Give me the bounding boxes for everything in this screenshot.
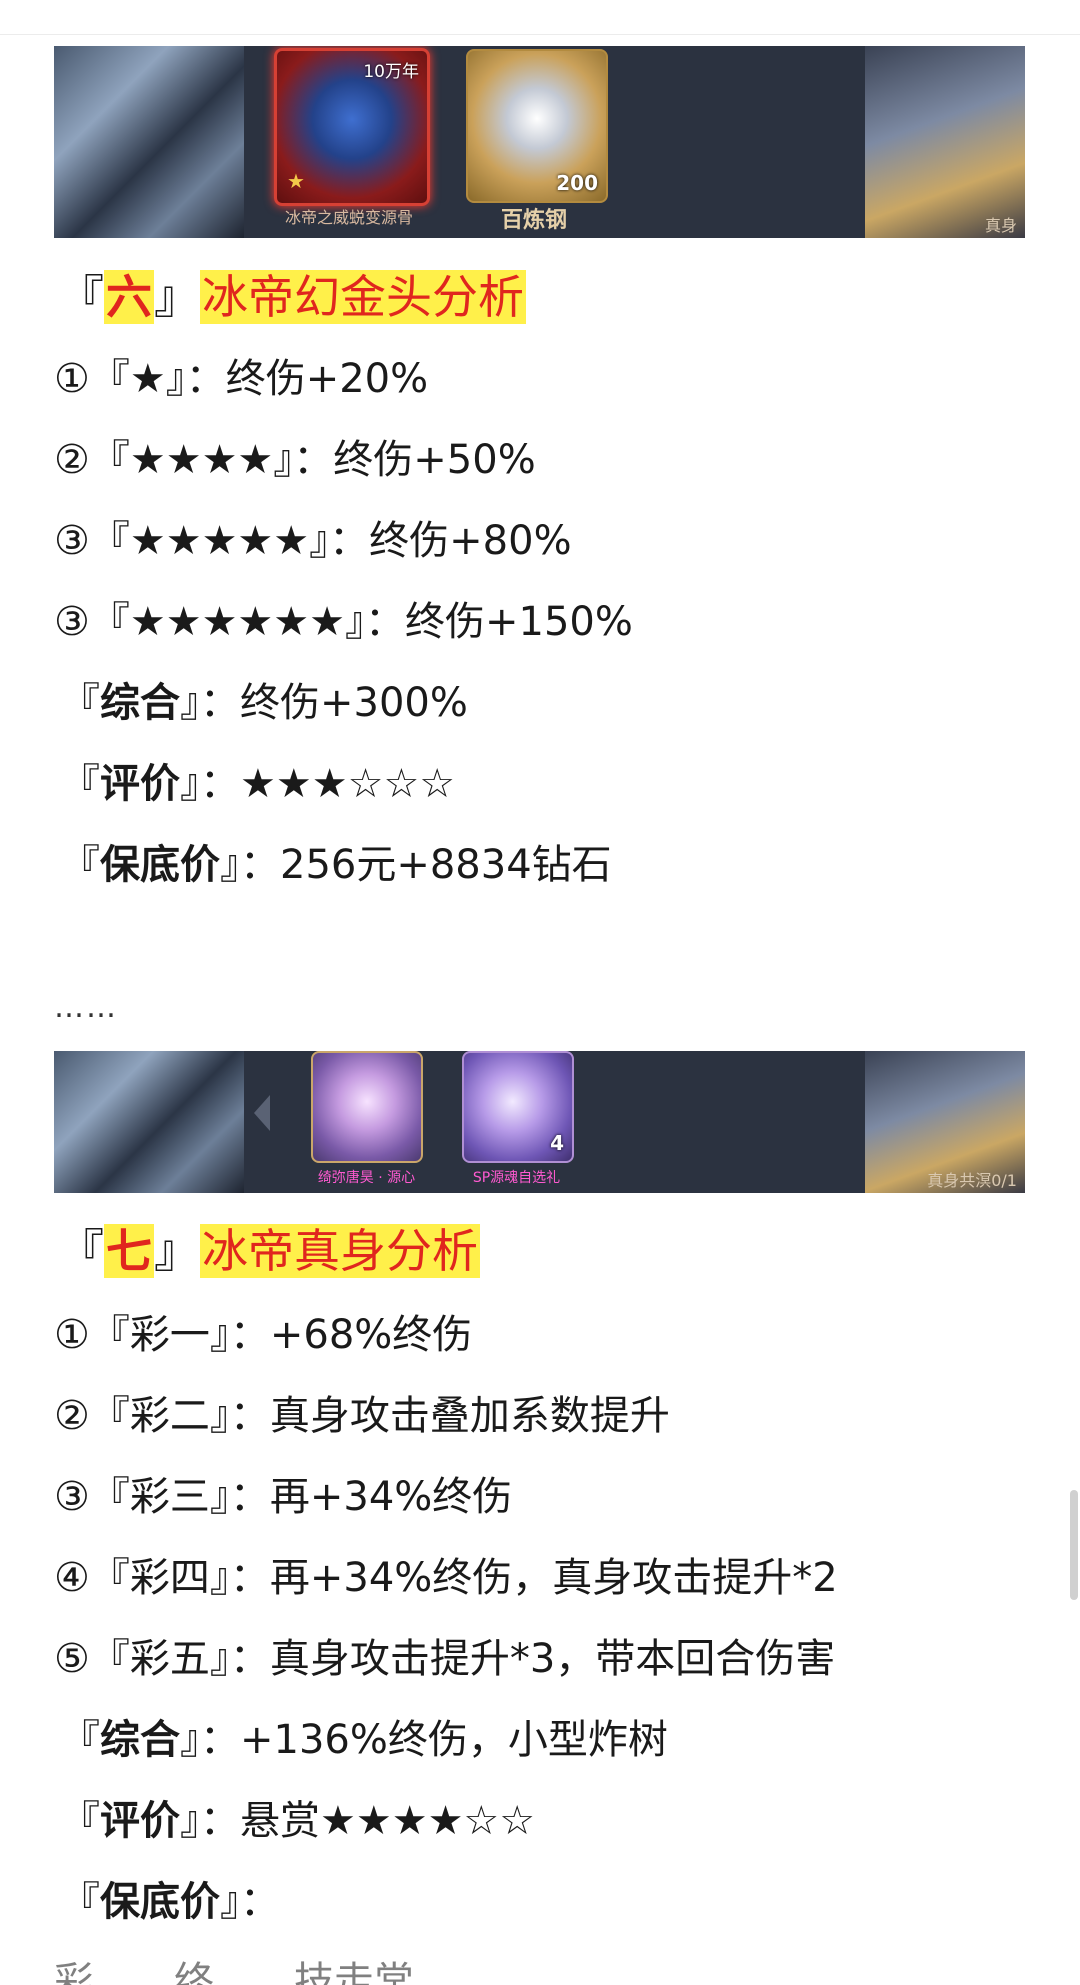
summary-text: 终伤+300% (240, 680, 468, 726)
banner-right-text: 真身共溟0/1 (927, 1171, 1017, 1190)
item-count: 200 (556, 171, 598, 195)
ellipsis: …… (54, 990, 118, 1025)
rating-label: 评价 (100, 761, 180, 807)
steel-item-icon[interactable]: 200 (466, 49, 608, 203)
stat-line: ①『彩一』：+68%终伤 (54, 1308, 472, 1362)
summary-text: +136%终伤，小型炸树 (240, 1717, 668, 1763)
stat-text: 终伤+50% (333, 437, 536, 483)
section-heading-6: 『六』冰帝幻金头分析 (58, 268, 526, 326)
stat-prefix: ④『彩四』： (54, 1555, 270, 1601)
stat-text: 终伤+150% (405, 599, 633, 645)
stat-line: ③『★★★★★』：终伤+80% (54, 514, 572, 568)
stat-line: ②『彩二』：真身攻击叠加系数提升 (54, 1389, 670, 1443)
price-line: 『保底价』：256元+8834钻石 (60, 842, 612, 888)
stat-line: ③『彩三』：再+34%终伤 (54, 1470, 512, 1524)
reward-banner-2: 4 绮弥唐昊 · 源心 SP源魂自选礼 真身共溟0/1 (54, 1051, 1025, 1193)
bracket-open: 『 (58, 1224, 104, 1278)
item-caption: SP源魂自选礼 (472, 1170, 561, 1186)
item-badge: 10万年 (363, 62, 419, 82)
stat-text: 真身攻击叠加系数提升 (269, 1393, 670, 1439)
section-title: 冰帝幻金头分析 (200, 270, 526, 324)
rating-label: 评价 (100, 1798, 180, 1844)
sp-gift-item-icon[interactable]: 4 (462, 1051, 574, 1163)
price-label: 保底价 (100, 1879, 220, 1925)
star-icon: ★ (287, 169, 305, 193)
summary-line: 『综合』：+136%终伤，小型炸树 (60, 1717, 668, 1763)
item-caption: 冰帝之威蜕变源骨 (284, 208, 413, 227)
item-caption: 绮弥唐昊 · 源心 (317, 1170, 416, 1186)
section-heading-7: 『七』冰帝真身分析 (58, 1222, 480, 1280)
stat-text: +68%终伤 (269, 1312, 473, 1358)
stat-prefix: ①『★』： (54, 356, 226, 402)
stat-line: ①『★』：终伤+20% (54, 352, 428, 406)
price-line: 『保底价』： (60, 1879, 280, 1925)
section-number: 七 (104, 1224, 154, 1278)
reward-banner-1: 10万年 ★ 200 冰帝之威蜕变源骨 百炼钢 真身 (54, 46, 1025, 238)
soul-heart-item-icon[interactable] (311, 1051, 423, 1163)
item-caption: 百炼钢 (500, 208, 567, 233)
stat-line: ②『★★★★』：终伤+50% (54, 433, 536, 487)
stat-line: ⑤『彩五』：真身攻击提升*3，带本回合伤害 (54, 1632, 835, 1686)
price-text: 256元+8834钻石 (280, 842, 612, 888)
stat-prefix: ③『彩三』： (54, 1474, 270, 1520)
banner-scene-right (865, 46, 1025, 238)
rating-text: ★★★☆☆☆ (240, 761, 456, 807)
stat-text: 真身攻击提升*3，带本回合伤害 (269, 1636, 836, 1682)
bracket-close: 』 (154, 1224, 200, 1278)
stat-text: 再+34%终伤 (269, 1474, 513, 1520)
bone-item-icon[interactable]: 10万年 ★ (274, 48, 430, 206)
bracket-close: 』 (154, 270, 200, 324)
summary-label: 综合 (100, 1717, 180, 1763)
cut-off-line: 彩……终……技走常 (54, 1959, 414, 1985)
stat-line: ③『★★★★★★』：终伤+150% (54, 595, 633, 649)
stat-prefix: ②『彩二』： (54, 1393, 270, 1439)
stat-text: 终伤+80% (369, 518, 572, 564)
summary-line: 『综合』：终伤+300% (60, 680, 468, 726)
stat-text: 再+34%终伤，真身攻击提升*2 (269, 1555, 838, 1601)
top-divider (0, 0, 1080, 35)
chevron-left-icon[interactable] (254, 1095, 270, 1131)
stat-line: ④『彩四』：再+34%终伤，真身攻击提升*2 (54, 1551, 838, 1605)
summary-label: 综合 (100, 680, 180, 726)
banner-right-text: 真身 (984, 216, 1017, 235)
section-title: 冰帝真身分析 (200, 1224, 480, 1278)
stat-prefix: ①『彩一』： (54, 1312, 270, 1358)
section-number: 六 (104, 270, 154, 324)
scrollbar[interactable] (1070, 1490, 1078, 1600)
rating-line: 『评价』：悬赏★★★★☆☆ (60, 1798, 536, 1844)
stat-prefix: ③『★★★★★★』： (54, 599, 406, 645)
bracket-open: 『 (58, 270, 104, 324)
price-label: 保底价 (100, 842, 220, 888)
stat-prefix: ⑤『彩五』： (54, 1636, 270, 1682)
stat-prefix: ②『★★★★』： (54, 437, 334, 483)
item-count: 4 (550, 1131, 564, 1155)
stat-prefix: ③『★★★★★』： (54, 518, 370, 564)
banner-scene-left (54, 1051, 244, 1193)
stat-text: 终伤+20% (225, 356, 429, 402)
rating-text: 悬赏★★★★☆☆ (240, 1798, 536, 1844)
rating-line: 『评价』：★★★☆☆☆ (60, 761, 456, 807)
banner-scene-left (54, 46, 244, 238)
